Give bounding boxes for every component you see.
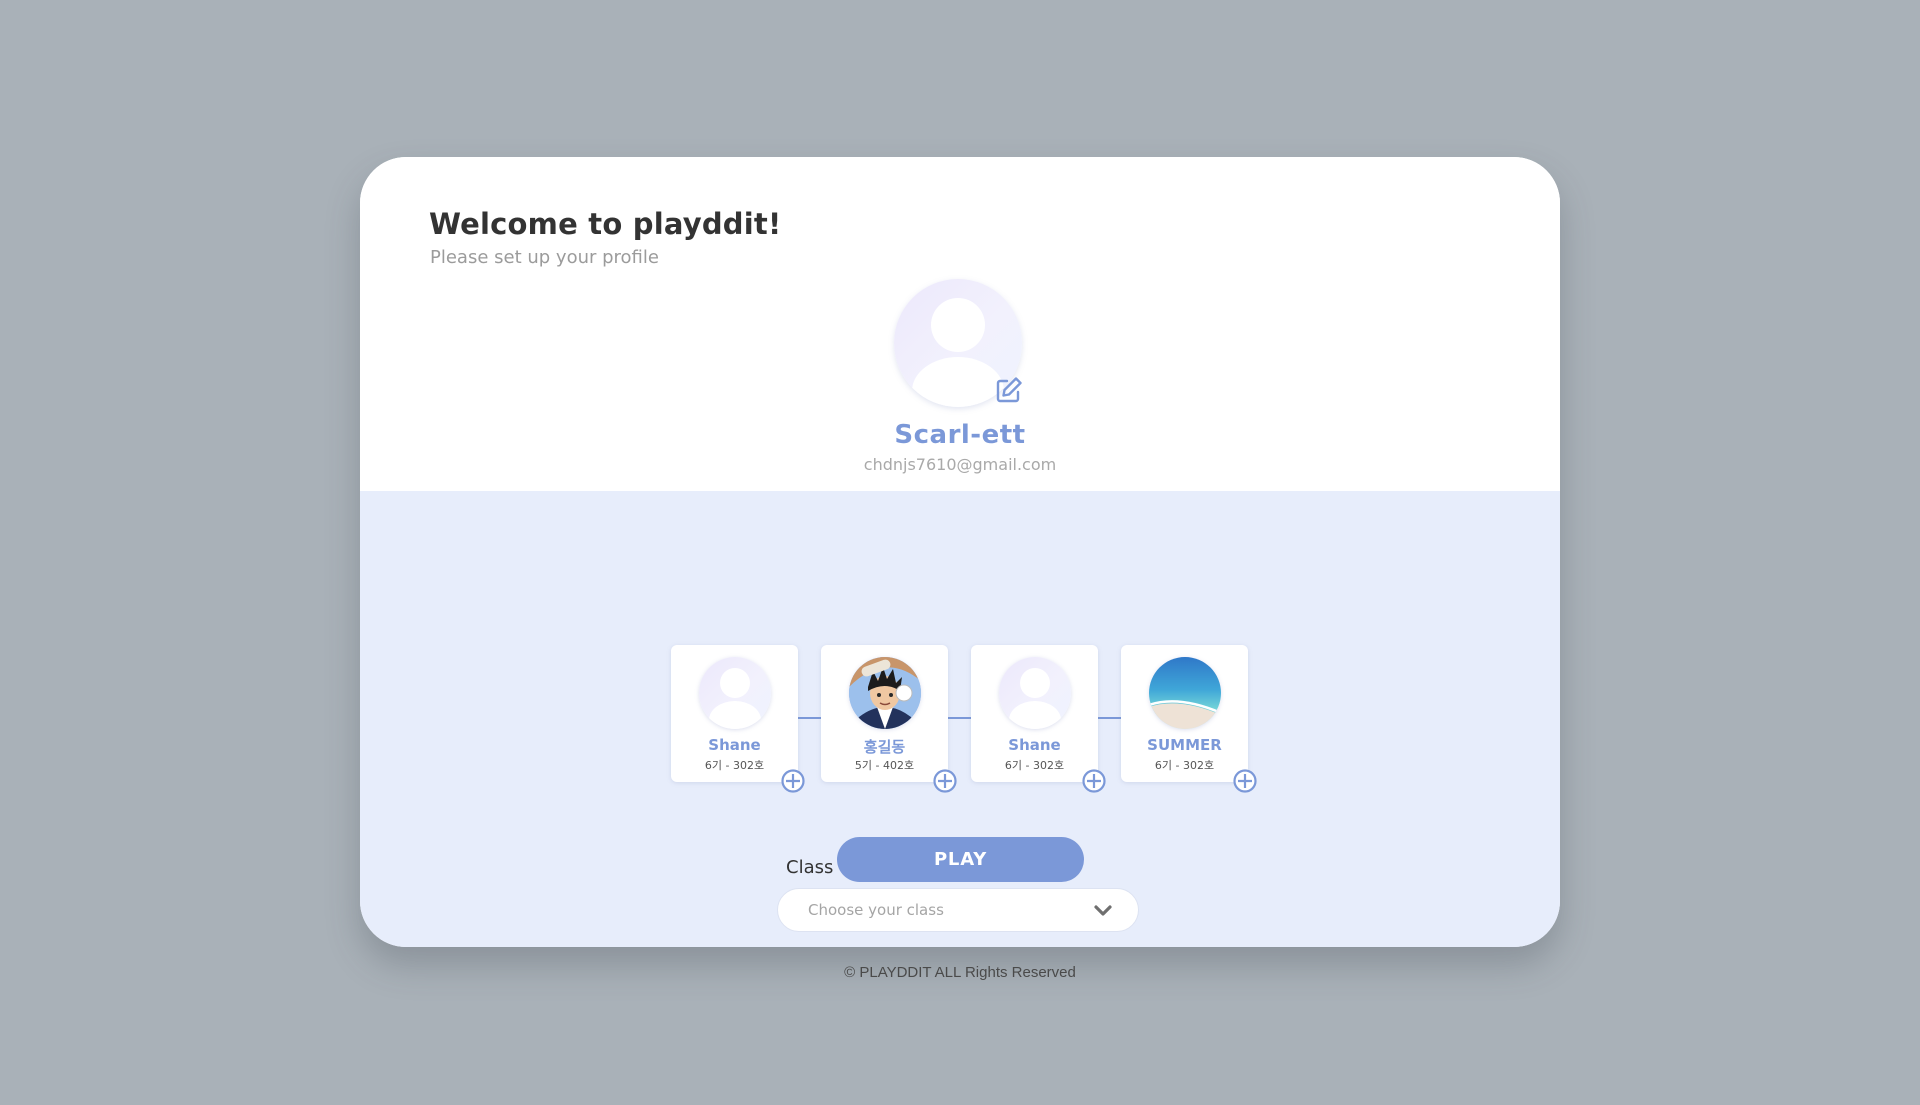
profile-name: Scarl-ett	[894, 420, 1026, 450]
member-name: 홍길동	[863, 738, 906, 756]
welcome-subtitle: Please set up your profile	[430, 247, 659, 268]
default-user-icon	[1009, 668, 1061, 729]
member-name: Shane	[1008, 736, 1061, 754]
plus-circle-icon[interactable]	[932, 768, 958, 794]
member-name: Shane	[708, 736, 761, 754]
profile-email: chdnjs7610@gmail.com	[863, 455, 1057, 474]
member-card[interactable]: Shane 6기 - 302호	[971, 645, 1098, 782]
profile-header-section: Welcome to playddit! Please set up your …	[360, 157, 1560, 491]
footer-copyright: © PLAYDDIT ALL Rights Reserved	[844, 964, 1076, 981]
profile-setup-card: Welcome to playddit! Please set up your …	[360, 157, 1560, 947]
pencil-square-icon[interactable]	[994, 375, 1024, 405]
member-card[interactable]: SUMMER 6기 - 302호	[1121, 645, 1248, 782]
member-class-room: 6기 - 302호	[704, 759, 765, 772]
welcome-title: Welcome to playddit!	[429, 207, 782, 241]
plus-circle-icon[interactable]	[780, 768, 806, 794]
member-class-room: 6기 - 302호	[1004, 759, 1065, 772]
plus-circle-icon[interactable]	[1232, 768, 1258, 794]
cartoon-character-icon	[849, 657, 921, 729]
member-avatar	[999, 657, 1071, 729]
member-avatar	[699, 657, 771, 729]
default-user-icon	[709, 668, 761, 729]
member-card[interactable]: Shane 6기 - 302호	[671, 645, 798, 782]
member-class-room: 5기 - 402호	[854, 759, 915, 772]
plus-circle-icon[interactable]	[1081, 768, 1107, 794]
class-label: Class	[786, 857, 834, 878]
member-class-room: 6기 - 302호	[1154, 759, 1215, 772]
beach-photo-icon	[1149, 657, 1221, 729]
play-button[interactable]: PLAY	[837, 837, 1084, 882]
chevron-down-icon	[1092, 901, 1114, 921]
class-dropdown-placeholder: Choose your class	[808, 901, 944, 919]
member-avatar	[1149, 657, 1221, 729]
member-name: SUMMER	[1147, 736, 1222, 754]
class-dropdown[interactable]: Choose your class	[777, 888, 1139, 932]
member-avatar	[849, 657, 921, 729]
member-card[interactable]: 홍길동 5기 - 402호	[821, 645, 948, 782]
